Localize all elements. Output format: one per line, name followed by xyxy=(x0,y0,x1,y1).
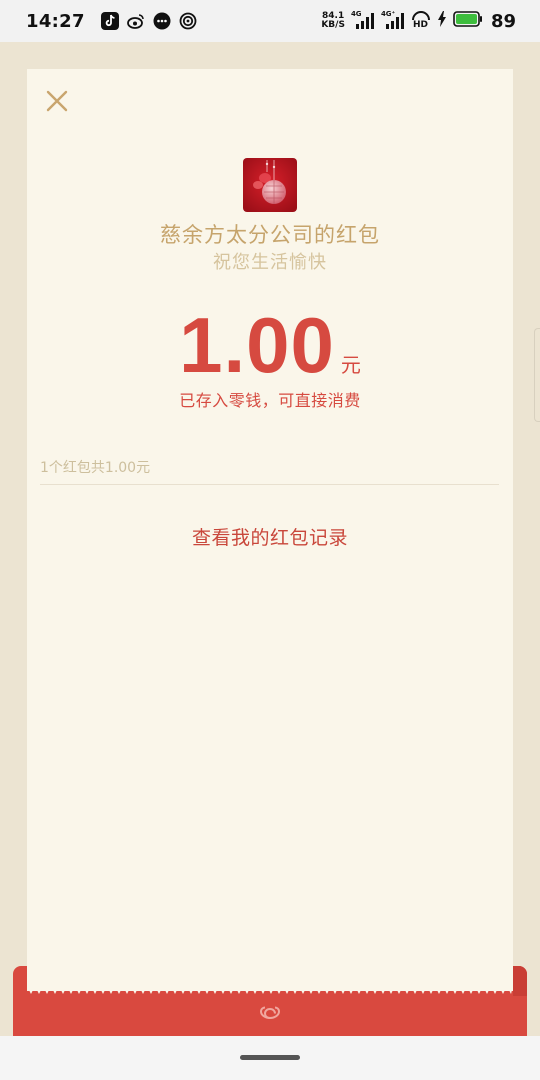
view-records-link[interactable]: 查看我的红包记录 xyxy=(27,523,513,550)
screen: 14:27 84.1 KB/S 4G 4G⁺ HD 89 慈余方太分公司的红包 … xyxy=(0,0,540,1080)
amount-row: 1.00 元 xyxy=(27,304,513,384)
sender-name: 慈余方太分公司的红包 xyxy=(160,223,380,247)
amount-unit: 元 xyxy=(340,353,361,377)
network-speed-unit: KB/S xyxy=(321,20,345,30)
charging-icon xyxy=(437,11,447,31)
network-speed: 84.1 KB/S xyxy=(321,12,345,30)
blessing-text: 祝您生活愉快 xyxy=(213,252,327,273)
sender-avatar[interactable] xyxy=(243,158,297,212)
signal-icon-2: 4G⁺ xyxy=(381,10,405,31)
notification-icons xyxy=(100,12,197,30)
system-indicators: 84.1 KB/S 4G 4G⁺ HD 89 xyxy=(321,10,516,32)
card-zigzag-edge xyxy=(27,986,513,994)
clock: 14:27 xyxy=(26,10,85,32)
packet-summary: 1个红包共1.00元 xyxy=(40,460,151,476)
hotspot-icon xyxy=(179,12,197,30)
navigation-bar xyxy=(0,1036,540,1080)
amount-value: 1.00 xyxy=(179,301,335,389)
side-drag-handle[interactable] xyxy=(534,328,540,422)
weibo-icon xyxy=(126,12,145,30)
tiktok-icon xyxy=(100,12,119,30)
status-bar: 14:27 84.1 KB/S 4G 4G⁺ HD 89 xyxy=(0,0,540,42)
close-icon xyxy=(46,90,68,112)
battery-icon xyxy=(453,11,483,31)
avatar-image xyxy=(243,158,297,212)
envelope-base-edge xyxy=(513,966,527,996)
battery-level: 89 xyxy=(490,10,516,32)
home-indicator[interactable] xyxy=(240,1055,300,1060)
red-packet-detail-card: 慈余方太分公司的红包 祝您生活愉快 1.00 元 已存入零钱，可直接消费 1个红… xyxy=(27,69,513,991)
deposit-note[interactable]: 已存入零钱，可直接消费 xyxy=(27,387,513,411)
message-icon xyxy=(153,12,171,30)
close-button[interactable] xyxy=(43,87,71,115)
signal-icon-1: 4G xyxy=(351,10,375,31)
swirl-icon xyxy=(260,1006,280,1019)
hd-icon: HD xyxy=(411,11,431,31)
divider xyxy=(40,484,499,485)
hd-label: HD xyxy=(412,20,428,30)
